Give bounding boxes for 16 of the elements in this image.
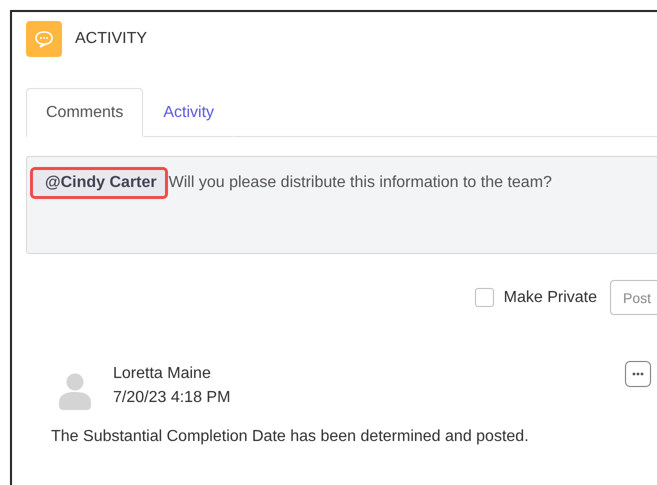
mention-tag: @Cindy Carter bbox=[33, 170, 165, 196]
panel-title: ACTIVITY bbox=[75, 30, 148, 48]
comment-text: Will you please distribute this information to the team? bbox=[168, 174, 552, 192]
comment-body: The Substantial Completion Date has been determined and posted. bbox=[51, 428, 530, 446]
timestamp: 7/20/23 4:18 PM bbox=[113, 389, 230, 407]
comment-field[interactable]: @Cindy Carter Will you please distribute this information to the team? bbox=[26, 156, 657, 254]
checkbox-label: Make Private bbox=[504, 288, 597, 306]
tab[interactable]: Activity bbox=[143, 88, 234, 137]
post-button[interactable]: Post bbox=[610, 280, 657, 315]
avatar-icon bbox=[58, 373, 92, 410]
speech-bubble-icon bbox=[26, 21, 62, 57]
tab[interactable]: Comments bbox=[26, 88, 144, 137]
author-name: Loretta Maine bbox=[113, 365, 212, 383]
ellipsis-icon bbox=[632, 372, 644, 376]
checkbox[interactable] bbox=[474, 288, 494, 307]
more-button[interactable] bbox=[625, 361, 651, 387]
